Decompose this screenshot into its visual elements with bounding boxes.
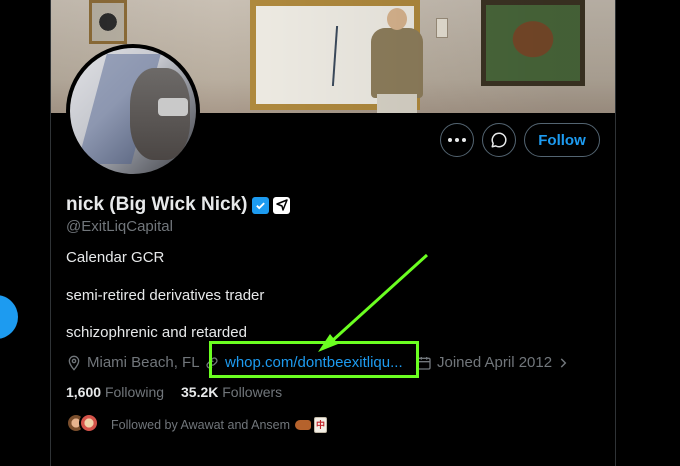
- more-icon: [448, 138, 466, 142]
- more-button[interactable]: [440, 123, 474, 157]
- location-text: Miami Beach, FL: [87, 354, 200, 371]
- verified-icon[interactable]: [252, 196, 270, 214]
- compose-fab[interactable]: [0, 295, 18, 339]
- join-date-text: Joined April 2012: [437, 354, 553, 371]
- following-label: Following: [104, 384, 165, 400]
- bio-line: Calendar GCR: [66, 249, 165, 266]
- followers-label: Followers: [222, 384, 283, 400]
- avatar[interactable]: [66, 44, 200, 178]
- bio-line: semi-retired derivatives trader: [66, 287, 265, 304]
- following-stat[interactable]: 1,600 Following: [66, 384, 164, 400]
- location-pin-icon: [68, 355, 80, 371]
- name-row: nick (Big Wick Nick): [66, 194, 291, 216]
- followers-count: 35.2K: [181, 384, 219, 400]
- avatar[interactable]: [79, 413, 99, 433]
- followed-by-avatars[interactable]: [66, 413, 100, 433]
- following-count: 1,600: [66, 384, 102, 400]
- display-name: nick (Big Wick Nick): [66, 194, 248, 215]
- bull-emoji-icon: [295, 420, 312, 430]
- affiliate-icon[interactable]: [273, 196, 291, 214]
- followers-stat[interactable]: 35.2K Followers: [181, 384, 282, 400]
- bio-line: schizophrenic and retarded: [66, 324, 247, 341]
- chevron-right-icon[interactable]: [556, 356, 570, 370]
- follow-button[interactable]: Follow: [524, 123, 600, 157]
- annotation-highlight-box: [209, 341, 419, 378]
- followed-by-text: Followed by Awawat and Ansem: [111, 418, 291, 432]
- column-divider-right: [615, 0, 616, 466]
- followed-by[interactable]: Followed by Awawat and Ansem 中: [111, 417, 328, 433]
- join-date: Joined April 2012: [416, 354, 575, 371]
- handle: @ExitLiqCapital: [66, 218, 173, 235]
- message-button[interactable]: [482, 123, 516, 157]
- location: Miami Beach, FL: [66, 354, 200, 371]
- message-icon: [491, 132, 507, 148]
- mahjong-tile-icon: 中: [314, 417, 328, 433]
